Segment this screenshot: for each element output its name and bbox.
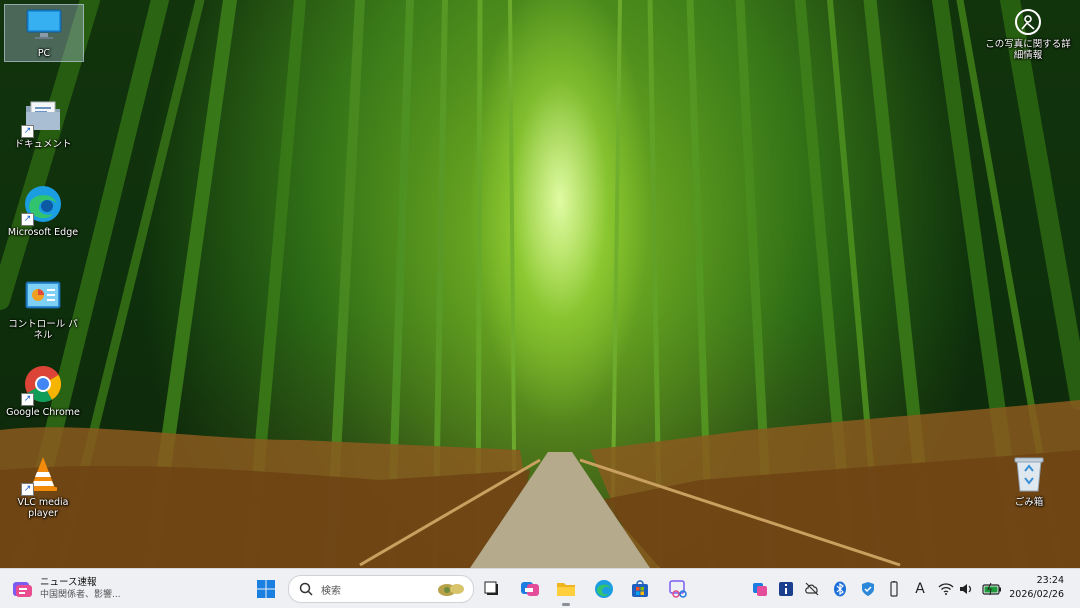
news-subtitle: 中国関係者、影響...	[40, 589, 121, 600]
desktop-icon-pc[interactable]: PC	[4, 4, 84, 62]
desktop-icon-label: Microsoft Edge	[7, 227, 79, 238]
copilot-icon	[521, 581, 539, 596]
desktop-icon-vlc[interactable]: ↗ VLC media player	[4, 454, 82, 519]
desktop-icon-label: PC	[37, 48, 51, 59]
vlc-icon: ↗	[21, 454, 63, 496]
desktop-icon-label: VLC media player	[17, 497, 69, 519]
taskbar: ニュース速報 中国関係者、影響... 検索 A 23:24 2026/02/26	[0, 568, 1080, 608]
speaker-icon[interactable]	[958, 581, 974, 597]
control-panel-icon	[23, 276, 63, 316]
taskbar-clock[interactable]: 23:24 2026/02/26	[1009, 574, 1064, 602]
battery-pen-icon[interactable]	[886, 581, 902, 597]
desktop-icon-edge[interactable]: ↗ Microsoft Edge	[4, 184, 82, 238]
search-placeholder: 検索	[321, 585, 341, 597]
cloud-off-icon[interactable]	[804, 581, 820, 597]
news-widget[interactable]: ニュース速報 中国関係者、影響...	[12, 569, 142, 608]
desktop-icon-label: Google Chrome	[6, 407, 80, 418]
clock-date: 2026/02/26	[1009, 589, 1064, 600]
clock-time: 23:24	[1036, 575, 1064, 586]
search-highlight-icon	[438, 584, 464, 596]
file-explorer-icon	[557, 582, 575, 596]
info-icon[interactable]	[778, 581, 794, 597]
taskbar-snipping-tool[interactable]	[666, 569, 690, 608]
taskbar-copilot[interactable]	[518, 569, 542, 608]
recycle-bin-icon	[1009, 454, 1049, 494]
widgets-icon	[12, 579, 32, 599]
desktop-icon-documents[interactable]: ↗ ドキュメント	[4, 96, 82, 150]
desktop-icon-label: コントロール パネル	[8, 319, 78, 341]
desktop-wallpaper	[0, 0, 1080, 568]
store-icon	[632, 579, 648, 597]
desktop-icon-label: ドキュメント	[14, 139, 72, 150]
taskbar-store[interactable]	[628, 569, 652, 608]
taskbar-file-explorer[interactable]	[554, 569, 578, 608]
documents-folder-icon: ↗	[21, 96, 63, 138]
desktop-icon-label: この写真に関する詳細情報	[985, 39, 1071, 61]
monitor-icon	[24, 5, 64, 45]
camera-info-icon	[1014, 8, 1042, 36]
desktop-icon-label: ごみ箱	[1014, 497, 1044, 508]
bamboo-forest-image	[0, 0, 1080, 568]
task-view-icon	[484, 581, 498, 595]
taskbar-task-view[interactable]	[480, 569, 504, 608]
snipping-tool-icon	[669, 579, 687, 598]
desktop-icon-chrome[interactable]: ↗ Google Chrome	[4, 364, 82, 418]
tray-app-icon[interactable]	[752, 581, 768, 597]
news-title: ニュース速報	[40, 576, 97, 588]
active-indicator	[562, 603, 570, 606]
edge-icon	[595, 579, 613, 598]
taskbar-edge[interactable]	[592, 569, 616, 608]
ime-icon[interactable]: A	[912, 581, 928, 597]
search-icon	[299, 582, 313, 596]
desktop-icon-spotlight-info[interactable]: この写真に関する詳細情報	[984, 8, 1072, 61]
desktop-icon-control-panel[interactable]: コントロール パネル	[4, 276, 82, 341]
start-icon	[257, 579, 275, 598]
wifi-icon[interactable]	[938, 581, 954, 597]
start-button[interactable]	[252, 569, 280, 608]
bluetooth-icon[interactable]	[832, 581, 848, 597]
edge-icon: ↗	[21, 184, 63, 226]
chrome-icon: ↗	[21, 364, 63, 406]
desktop-icon-recycle-bin[interactable]: ごみ箱	[990, 454, 1068, 508]
taskbar-search-box[interactable]: 検索	[288, 575, 474, 603]
battery-icon[interactable]	[982, 581, 1002, 597]
security-icon[interactable]	[860, 581, 876, 597]
